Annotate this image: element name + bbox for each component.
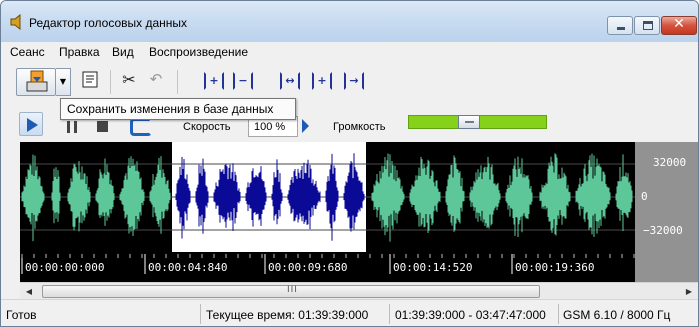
time-tick-label: 00:00:04:840 [148, 261, 228, 274]
title-bar[interactable]: Редактор голосовых данных ✕ [1, 1, 698, 42]
undo-button[interactable]: ↶ [145, 68, 167, 90]
speaker-app-icon [10, 14, 21, 30]
app-window: Редактор голосовых данных ✕ Сеанс Правка… [0, 0, 699, 327]
menu-view[interactable]: Вид [112, 45, 134, 59]
time-tick-label: 00:00:09:680 [268, 261, 348, 274]
loop-icon[interactable] [130, 118, 152, 136]
select-all-button[interactable]: + [204, 72, 224, 90]
close-icon: ✕ [673, 16, 685, 32]
status-separator [389, 304, 390, 324]
amplitude-min-label: −32000 [643, 224, 683, 237]
toolbar-separator [110, 70, 111, 94]
pause-icon[interactable] [67, 121, 77, 133]
time-tick-label: 00:00:19:360 [515, 261, 595, 274]
window-title: Редактор голосовых данных [29, 16, 188, 30]
cut-icon: ✂ [122, 69, 136, 89]
scroll-left-icon[interactable]: ◀ [22, 285, 36, 298]
horizontal-scrollbar[interactable]: ◀ III ▶ [20, 282, 698, 299]
zoom-fit-icon: ↔ [285, 74, 295, 87]
toolbar-separator [177, 70, 178, 94]
zoom-in-selection-icon: + [317, 74, 327, 87]
amplitude-max-label: 32000 [653, 156, 687, 169]
amplitude-scale: 32000 0 −32000 [635, 142, 698, 282]
stop-icon[interactable] [97, 121, 108, 132]
scrollbar-grip: III [287, 285, 298, 295]
play-icon [27, 118, 38, 132]
volume-slider[interactable] [408, 115, 547, 129]
status-current-time: Текущее время: 01:39:39:000 [206, 308, 369, 322]
time-tick-label: 00:00:14:520 [393, 261, 473, 274]
maximize-icon [643, 21, 653, 30]
menu-bar: Сеанс Правка Вид Воспроизведение [1, 42, 698, 62]
volume-slider-thumb[interactable] [458, 115, 480, 129]
amplitude-zero-label: 0 [641, 190, 648, 203]
select-range-button[interactable]: − [233, 72, 253, 90]
menu-playback[interactable]: Воспроизведение [149, 45, 248, 59]
undo-icon: ↶ [149, 70, 163, 88]
scroll-right-icon[interactable]: ▶ [682, 285, 696, 298]
zoom-selection-button[interactable]: + [312, 72, 332, 90]
status-bar: Готов Текущее время: 01:39:39:000 01:39:… [1, 299, 698, 326]
status-state: Готов [6, 308, 37, 322]
save-dropdown-button[interactable]: ▼ [56, 68, 71, 96]
speed-label: Скорость [183, 121, 231, 133]
chevron-down-icon: ▼ [59, 77, 67, 86]
time-tick-label: 00:00:00:000 [25, 261, 105, 274]
scrollbar-thumb[interactable]: III [42, 285, 540, 298]
speed-up-arrow-icon[interactable] [302, 119, 309, 133]
go-to-end-icon: → [349, 74, 359, 87]
properties-button[interactable] [79, 68, 101, 90]
zoom-fit-button[interactable]: ↔ [280, 72, 300, 90]
go-to-end-button[interactable]: → [344, 72, 364, 90]
minimize-icon [617, 27, 625, 30]
properties-icon [82, 71, 98, 88]
status-separator [200, 304, 201, 324]
save-button[interactable] [16, 68, 56, 96]
time-ruler: 00:00:00:000 00:00:04:840 00:00:09:680 0… [20, 252, 635, 282]
minimize-button[interactable] [607, 16, 633, 35]
waveform-svg [20, 142, 635, 252]
save-icon [26, 70, 48, 92]
select-range-icon: − [238, 74, 248, 87]
cut-button[interactable]: ✂ [118, 68, 140, 90]
menu-edit[interactable]: Правка [59, 45, 100, 59]
play-button[interactable] [19, 112, 43, 136]
status-range: 01:39:39:000 - 03:47:47:000 [395, 308, 546, 322]
select-all-icon: + [209, 74, 219, 87]
menu-session[interactable]: Сеанс [10, 45, 45, 59]
close-button[interactable]: ✕ [661, 16, 697, 35]
save-tooltip: Сохранить изменения в базе данных [60, 98, 296, 120]
status-separator [558, 304, 559, 324]
status-format: GSM 6.10 / 8000 Гц [563, 308, 671, 322]
maximize-button[interactable] [634, 16, 660, 35]
volume-label: Громкость [333, 121, 386, 133]
